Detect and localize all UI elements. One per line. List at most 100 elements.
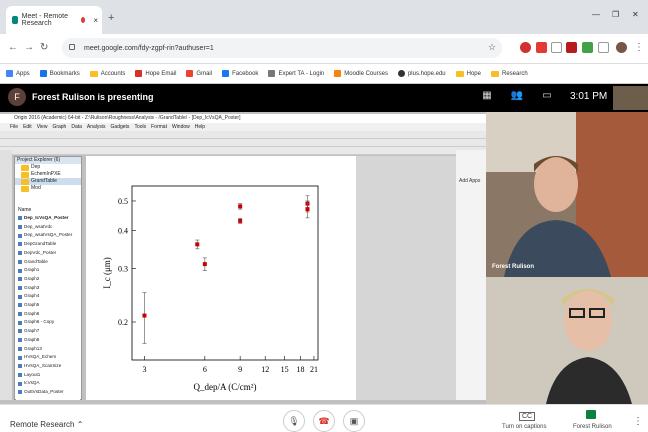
graph-icon xyxy=(18,277,22,282)
folder-dep[interactable]: Dep xyxy=(15,164,81,171)
close-window-icon[interactable]: ✕ xyxy=(632,10,639,19)
menu-dots-icon[interactable]: ⋮ xyxy=(634,42,644,53)
new-tab-button[interactable]: + xyxy=(108,12,114,24)
self-view-thumbnail[interactable] xyxy=(613,86,648,110)
menu-file[interactable]: File xyxy=(10,123,18,131)
graph-icon xyxy=(18,346,22,351)
pdf-extension-icon[interactable] xyxy=(566,42,577,53)
origin-toolbar-3[interactable] xyxy=(0,147,486,155)
bookmark-bookmarks[interactable]: Bookmarks xyxy=(39,70,80,77)
hang-up-button[interactable]: ☎ xyxy=(313,410,335,432)
project-item[interactable]: Dep_wsatVsQA_Poster xyxy=(16,231,80,240)
back-icon[interactable]: ← xyxy=(8,42,18,53)
menu-graph[interactable]: Graph xyxy=(52,123,66,131)
folder-icon xyxy=(455,70,464,77)
project-item[interactable]: HVsQA_ScanSize xyxy=(16,362,80,371)
bookmark-facebook[interactable]: Facebook xyxy=(222,70,258,77)
turn-on-captions-label[interactable]: Turn on captions xyxy=(502,424,546,430)
minimize-icon[interactable]: — xyxy=(592,10,600,19)
menu-data[interactable]: Data xyxy=(71,123,82,131)
bookmark-plus-hope[interactable]: plus.hope.edu xyxy=(397,70,446,77)
reload-icon[interactable]: ↻ xyxy=(40,42,48,53)
project-item[interactable]: GrandTable xyxy=(16,258,80,267)
bookmark-hope-email[interactable]: Hope Email xyxy=(135,70,176,77)
project-item[interactable]: DepVdc_Poster xyxy=(16,249,80,258)
url-field[interactable]: meet.google.com/fdy-zgpf-rin?authuser=1 xyxy=(62,38,502,58)
menu-analysis[interactable]: Analysis xyxy=(87,123,106,131)
origin-toolbar-1[interactable] xyxy=(0,131,486,139)
present-icon[interactable] xyxy=(586,410,596,419)
graph-icon xyxy=(18,312,22,317)
project-item[interactable]: DepGrandTable xyxy=(16,240,80,249)
project-item-label: Graph5 xyxy=(24,302,40,308)
project-item[interactable]: Graph8 xyxy=(16,336,80,345)
extension-icon[interactable] xyxy=(551,42,562,53)
menu-view[interactable]: View xyxy=(37,123,48,131)
forward-icon[interactable]: → xyxy=(24,42,34,53)
name-column-header[interactable]: Name xyxy=(18,207,31,213)
extension-icon[interactable] xyxy=(582,42,593,53)
project-item[interactable]: Layout1 xyxy=(16,371,80,380)
layout-icon[interactable]: ▦ xyxy=(480,90,494,104)
bookmark-hope[interactable]: Hope xyxy=(455,70,481,77)
bookmark-gmail[interactable]: Gmail xyxy=(186,70,212,77)
chat-icon[interactable]: ▭ xyxy=(540,90,554,104)
star-icon[interactable]: ☆ xyxy=(488,42,496,53)
folder-grandtable[interactable]: GrandTable xyxy=(15,178,81,185)
close-tab-icon[interactable]: × xyxy=(93,16,98,25)
extension-icon[interactable] xyxy=(598,42,609,53)
menu-window[interactable]: Window xyxy=(172,123,190,131)
folder-mod[interactable]: Mod xyxy=(15,185,81,192)
lock-icon[interactable] xyxy=(69,44,75,50)
project-item[interactable]: Graph13 xyxy=(16,345,80,354)
project-item[interactable]: IcVsQA xyxy=(16,379,80,388)
project-item[interactable]: Graph3 xyxy=(16,284,80,293)
origin-toolbar-2[interactable] xyxy=(0,139,486,147)
participant-tile[interactable] xyxy=(486,112,648,277)
bookmark-research[interactable]: Research xyxy=(490,70,528,77)
maximize-icon[interactable]: ❐ xyxy=(612,10,619,19)
more-options-icon[interactable]: ⋮ xyxy=(633,416,643,427)
bookmark-expert-ta[interactable]: Expert TA - Login xyxy=(268,70,324,77)
extension-icon[interactable] xyxy=(520,42,531,53)
menu-format[interactable]: Format xyxy=(151,123,167,131)
menu-edit[interactable]: Edit xyxy=(23,123,32,131)
project-item[interactable]: Dep_IcVsQA_Poster xyxy=(16,214,80,223)
bookmark-apps[interactable]: Apps xyxy=(6,70,30,77)
project-item[interactable]: Graph5 xyxy=(16,301,80,310)
project-item[interactable]: HVsQA_Echem xyxy=(16,353,80,362)
facebook-icon xyxy=(222,70,230,77)
graph-icon xyxy=(18,294,22,299)
graph-icon xyxy=(18,329,22,334)
camera-button[interactable]: ▣ xyxy=(343,410,365,432)
people-icon[interactable]: 👥 xyxy=(510,90,524,104)
origin-right-dock[interactable] xyxy=(456,150,486,400)
add-apps-button[interactable]: Add Apps xyxy=(459,178,480,184)
menu-gadgets[interactable]: Gadgets xyxy=(111,123,130,131)
project-item[interactable]: Graph7 xyxy=(16,327,80,336)
microphone-button[interactable]: 🎙 xyxy=(283,410,305,432)
project-item[interactable]: OuttVsData_Poster xyxy=(16,388,80,397)
bookmark-moodle[interactable]: Moodle Courses xyxy=(334,70,388,77)
project-item[interactable]: Graph6 xyxy=(16,310,80,319)
extension-icon[interactable] xyxy=(536,42,547,53)
project-item[interactable]: Graph1 xyxy=(16,266,80,275)
tab-meet[interactable]: Meet - Remote Research × xyxy=(6,6,102,34)
menu-tools[interactable]: Tools xyxy=(134,123,146,131)
captions-icon[interactable]: CC xyxy=(519,412,536,421)
meeting-details-button[interactable]: Remote Research ⌃ xyxy=(10,420,83,429)
page-icon xyxy=(268,70,276,77)
project-item[interactable]: Graph2 xyxy=(16,275,80,284)
project-item[interactable]: Graph4 xyxy=(16,292,80,301)
participant-tile[interactable] xyxy=(486,277,648,404)
bookmark-accounts[interactable]: Accounts xyxy=(89,70,125,77)
menu-help[interactable]: Help xyxy=(195,123,205,131)
profile-avatar[interactable] xyxy=(616,42,627,53)
project-item[interactable]: Dep_wsatVdc xyxy=(16,223,80,232)
project-item[interactable]: Graph6 - Copy xyxy=(16,318,80,327)
graph-icon xyxy=(18,381,22,386)
origin-left-dock[interactable] xyxy=(0,150,12,400)
folder-echem[interactable]: EchemInPXE xyxy=(15,171,81,178)
graph-icon xyxy=(18,373,22,377)
folder-icon xyxy=(490,70,499,77)
